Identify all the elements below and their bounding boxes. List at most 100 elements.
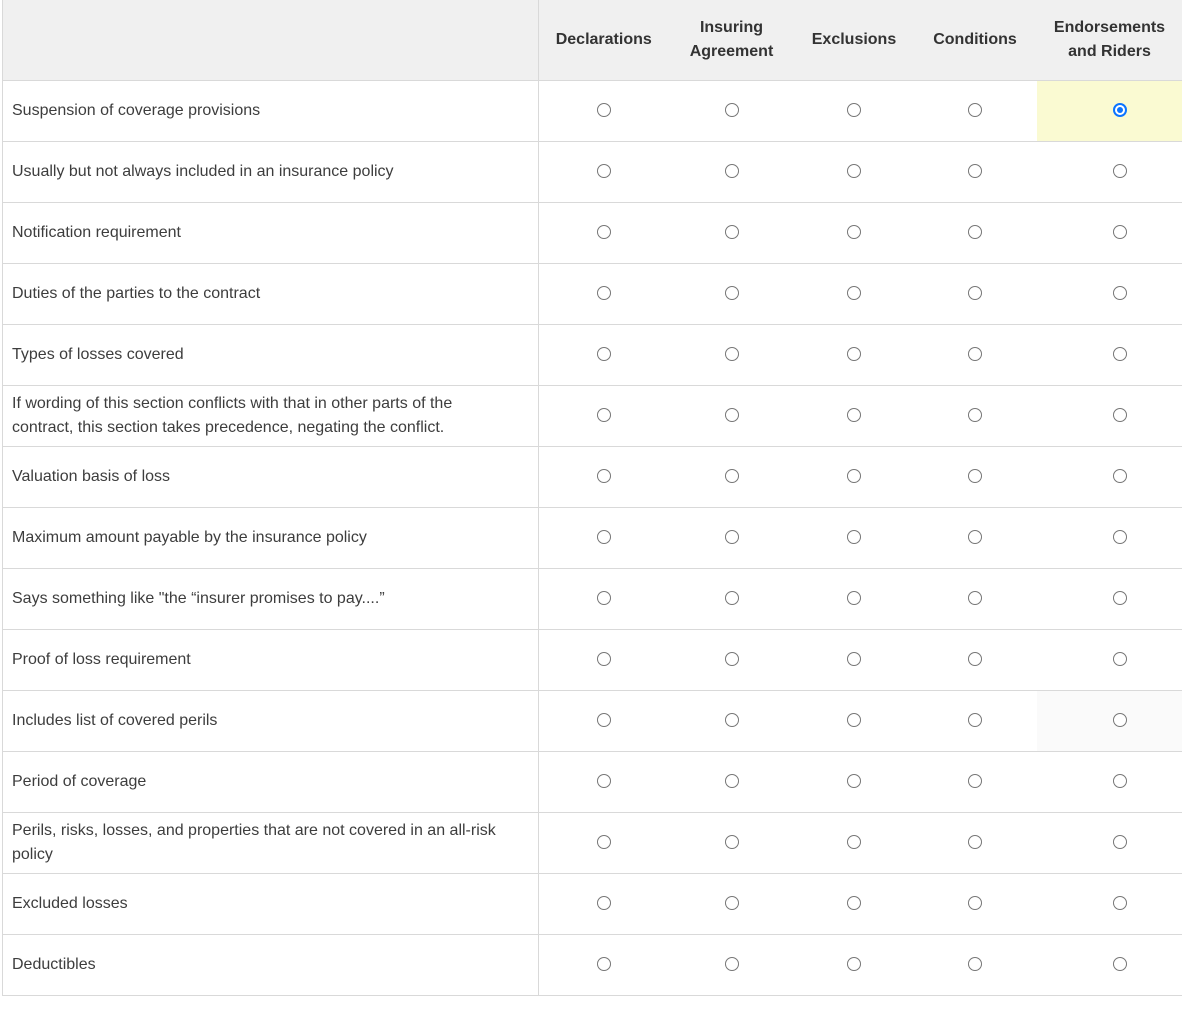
option-cell-conditions[interactable]	[913, 324, 1037, 386]
option-cell-conditions[interactable]	[913, 812, 1037, 874]
radio-insuring-agreement[interactable]	[724, 347, 739, 362]
radio-insuring-agreement[interactable]	[724, 530, 739, 545]
radio-exclusions[interactable]	[847, 774, 861, 789]
option-cell-insuring-agreement[interactable]	[668, 202, 795, 264]
radio-insuring-agreement[interactable]	[724, 713, 739, 728]
radio-endorsements-riders[interactable]	[1112, 408, 1127, 423]
radio-declarations[interactable]	[596, 347, 611, 362]
option-cell-declarations[interactable]	[538, 934, 669, 996]
radio-insuring-agreement[interactable]	[724, 225, 739, 240]
option-cell-conditions[interactable]	[913, 568, 1037, 630]
radio-declarations[interactable]	[596, 469, 611, 484]
option-cell-conditions[interactable]	[913, 446, 1037, 508]
option-cell-insuring-agreement[interactable]	[668, 446, 795, 508]
option-cell-endorsements-riders[interactable]	[1036, 141, 1182, 203]
radio-conditions[interactable]	[968, 591, 982, 606]
radio-exclusions[interactable]	[847, 286, 861, 301]
radio-endorsements-riders[interactable]	[1112, 774, 1127, 789]
option-cell-declarations[interactable]	[538, 690, 669, 752]
radio-endorsements-riders[interactable]	[1112, 103, 1127, 118]
radio-conditions[interactable]	[968, 835, 982, 850]
option-cell-conditions[interactable]	[913, 263, 1037, 325]
option-cell-exclusions[interactable]	[794, 141, 914, 203]
radio-insuring-agreement[interactable]	[724, 408, 739, 423]
option-cell-exclusions[interactable]	[794, 385, 914, 447]
radio-endorsements-riders[interactable]	[1112, 652, 1127, 667]
radio-endorsements-riders[interactable]	[1112, 713, 1127, 728]
option-cell-declarations[interactable]	[538, 385, 669, 447]
option-cell-conditions[interactable]	[913, 507, 1037, 569]
option-cell-endorsements-riders[interactable]	[1036, 629, 1182, 691]
option-cell-declarations[interactable]	[538, 812, 669, 874]
option-cell-declarations[interactable]	[538, 202, 669, 264]
option-cell-declarations[interactable]	[538, 629, 669, 691]
option-cell-insuring-agreement[interactable]	[668, 80, 795, 142]
option-cell-insuring-agreement[interactable]	[668, 568, 795, 630]
radio-exclusions[interactable]	[847, 652, 861, 667]
radio-exclusions[interactable]	[847, 225, 861, 240]
radio-insuring-agreement[interactable]	[724, 591, 739, 606]
option-cell-endorsements-riders[interactable]	[1036, 690, 1182, 752]
radio-declarations[interactable]	[596, 652, 611, 667]
radio-declarations[interactable]	[596, 286, 611, 301]
option-cell-declarations[interactable]	[538, 324, 669, 386]
option-cell-conditions[interactable]	[913, 202, 1037, 264]
radio-declarations[interactable]	[596, 164, 611, 179]
radio-exclusions[interactable]	[847, 347, 861, 362]
radio-declarations[interactable]	[596, 835, 611, 850]
option-cell-insuring-agreement[interactable]	[668, 751, 795, 813]
option-cell-exclusions[interactable]	[794, 507, 914, 569]
radio-conditions[interactable]	[968, 957, 982, 972]
option-cell-declarations[interactable]	[538, 873, 669, 935]
radio-conditions[interactable]	[968, 469, 982, 484]
radio-insuring-agreement[interactable]	[724, 469, 739, 484]
radio-declarations[interactable]	[596, 896, 611, 911]
option-cell-conditions[interactable]	[913, 80, 1037, 142]
radio-conditions[interactable]	[968, 347, 982, 362]
radio-endorsements-riders[interactable]	[1112, 591, 1127, 606]
option-cell-insuring-agreement[interactable]	[668, 934, 795, 996]
option-cell-conditions[interactable]	[913, 934, 1037, 996]
radio-declarations[interactable]	[596, 774, 611, 789]
option-cell-conditions[interactable]	[913, 629, 1037, 691]
radio-exclusions[interactable]	[847, 164, 861, 179]
radio-endorsements-riders[interactable]	[1112, 530, 1127, 545]
radio-conditions[interactable]	[968, 103, 982, 118]
radio-conditions[interactable]	[968, 530, 982, 545]
radio-endorsements-riders[interactable]	[1112, 469, 1127, 484]
radio-declarations[interactable]	[596, 591, 611, 606]
option-cell-endorsements-riders[interactable]	[1036, 324, 1182, 386]
option-cell-conditions[interactable]	[913, 690, 1037, 752]
radio-insuring-agreement[interactable]	[724, 286, 739, 301]
radio-conditions[interactable]	[968, 774, 982, 789]
option-cell-endorsements-riders[interactable]	[1036, 873, 1182, 935]
option-cell-exclusions[interactable]	[794, 446, 914, 508]
option-cell-exclusions[interactable]	[794, 690, 914, 752]
option-cell-endorsements-riders[interactable]	[1036, 934, 1182, 996]
option-cell-endorsements-riders[interactable]	[1036, 568, 1182, 630]
radio-exclusions[interactable]	[847, 103, 861, 118]
radio-declarations[interactable]	[596, 957, 611, 972]
option-cell-endorsements-riders[interactable]	[1036, 812, 1182, 874]
option-cell-declarations[interactable]	[538, 751, 669, 813]
radio-exclusions[interactable]	[847, 591, 861, 606]
option-cell-conditions[interactable]	[913, 873, 1037, 935]
option-cell-insuring-agreement[interactable]	[668, 385, 795, 447]
option-cell-conditions[interactable]	[913, 141, 1037, 203]
option-cell-exclusions[interactable]	[794, 934, 914, 996]
option-cell-insuring-agreement[interactable]	[668, 263, 795, 325]
radio-declarations[interactable]	[596, 103, 611, 118]
radio-conditions[interactable]	[968, 896, 982, 911]
radio-insuring-agreement[interactable]	[724, 652, 739, 667]
option-cell-insuring-agreement[interactable]	[668, 324, 795, 386]
radio-insuring-agreement[interactable]	[724, 896, 739, 911]
radio-declarations[interactable]	[596, 408, 611, 423]
radio-endorsements-riders[interactable]	[1112, 164, 1127, 179]
option-cell-exclusions[interactable]	[794, 568, 914, 630]
option-cell-exclusions[interactable]	[794, 324, 914, 386]
radio-declarations[interactable]	[596, 713, 611, 728]
option-cell-conditions[interactable]	[913, 385, 1037, 447]
option-cell-exclusions[interactable]	[794, 812, 914, 874]
option-cell-endorsements-riders[interactable]	[1036, 263, 1182, 325]
option-cell-endorsements-riders[interactable]	[1036, 446, 1182, 508]
